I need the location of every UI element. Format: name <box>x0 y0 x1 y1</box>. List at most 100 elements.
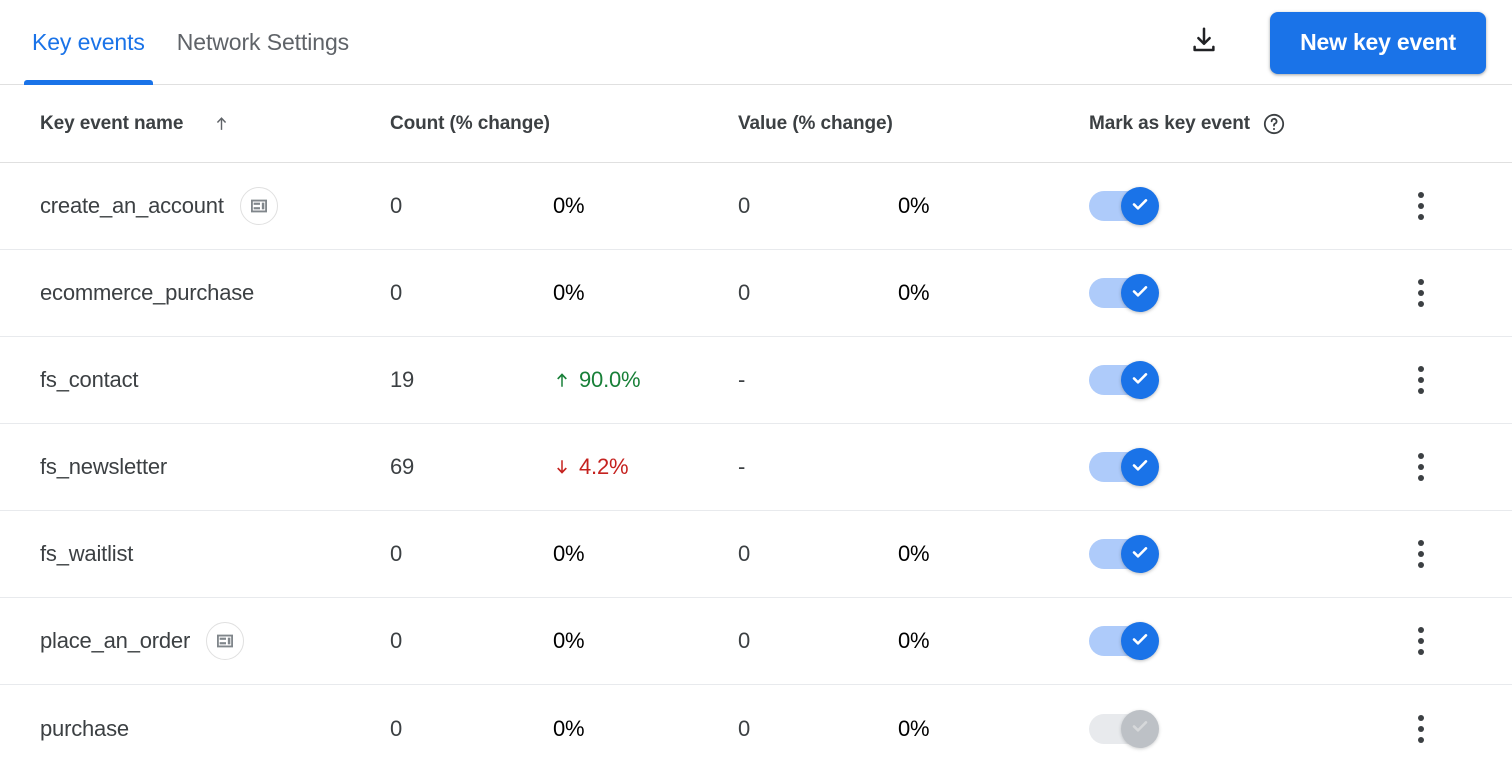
value-change-label: 0% <box>898 541 930 566</box>
cell-mark-as-key-event <box>1089 361 1159 399</box>
count-change-arrow-down-icon <box>553 456 571 478</box>
more-vert-icon[interactable] <box>1410 532 1432 576</box>
cell-mark-as-key-event <box>1089 535 1159 573</box>
table-row[interactable]: ecommerce_purchase 0 0% 0 0% <box>0 250 1512 337</box>
more-vert-icon[interactable] <box>1410 184 1432 228</box>
more-vert-icon[interactable] <box>1410 707 1432 751</box>
count-change-label: 0% <box>553 280 585 305</box>
more-vert-icon[interactable] <box>1410 619 1432 663</box>
table-row[interactable]: create_an_account 0 0% 0 0% <box>0 163 1512 250</box>
key-event-name-label: fs_waitlist <box>40 541 134 566</box>
cell-value: - <box>738 454 746 479</box>
check-icon <box>1129 193 1151 220</box>
cell-value: 0 <box>738 715 751 741</box>
cell-mark-as-key-event <box>1089 274 1159 312</box>
more-vert-icon[interactable] <box>1410 271 1432 315</box>
value-change-label: 0% <box>898 628 930 653</box>
mark-as-key-event-toggle[interactable] <box>1089 709 1159 748</box>
cell-value-change: 0% <box>898 193 930 219</box>
table-row[interactable]: fs_contact 19 90.0% - <box>0 337 1512 424</box>
cell-value: - <box>738 367 746 392</box>
key-event-name-label: place_an_order <box>40 628 191 653</box>
tab-key-events[interactable]: Key events <box>16 0 161 85</box>
page-toolbar: Key events Network Settings New key even… <box>0 0 1512 85</box>
count-change-arrow-up-icon <box>553 369 571 391</box>
table-row[interactable]: purchase 0 0% 0 0% <box>0 685 1512 770</box>
ad-unit-icon <box>239 187 278 225</box>
table-row[interactable]: place_an_order 0 0% 0 0% <box>0 598 1512 685</box>
tab-network-settings[interactable]: Network Settings <box>161 0 365 85</box>
toggle-thumb <box>1121 622 1159 660</box>
cell-key-event-name: purchase <box>40 716 129 742</box>
cell-count: 69 <box>390 454 415 479</box>
cell-key-event-name: ecommerce_purchase <box>40 280 254 306</box>
key-events-table: Key event name Count (% change) Value (%… <box>0 85 1512 770</box>
toggle-thumb <box>1121 709 1159 748</box>
cell-count-change: 0% <box>553 193 585 219</box>
toggle-thumb <box>1121 274 1159 312</box>
ad-unit-icon <box>206 622 245 660</box>
table-row[interactable]: fs_waitlist 0 0% 0 0% <box>0 511 1512 598</box>
mark-as-key-event-toggle[interactable] <box>1089 361 1159 399</box>
cell-key-event-name: place_an_order <box>40 622 245 660</box>
toggle-thumb <box>1121 535 1159 573</box>
check-icon <box>1129 541 1151 568</box>
mark-as-key-event-toggle[interactable] <box>1089 448 1159 486</box>
count-change-label: 4.2% <box>579 454 629 479</box>
tab-key-events-label: Key events <box>32 29 145 55</box>
count-change-label: 0% <box>553 193 585 218</box>
key-events-page: Key events Network Settings New key even… <box>0 0 1512 770</box>
check-icon <box>1129 280 1151 307</box>
more-vert-icon[interactable] <box>1410 445 1432 489</box>
table-row[interactable]: fs_newsletter 69 4.2% - <box>0 424 1512 511</box>
key-event-name-label: purchase <box>40 715 129 741</box>
toggle-thumb <box>1121 361 1159 399</box>
value-change-label: 0% <box>898 193 930 218</box>
column-header-count[interactable]: Count (% change) <box>390 113 550 135</box>
check-icon <box>1129 715 1151 742</box>
more-vert-icon[interactable] <box>1410 358 1432 402</box>
cell-key-event-name: fs_waitlist <box>40 541 133 567</box>
cell-count-change: 0% <box>553 628 585 654</box>
table-body: create_an_account 0 0% 0 0% ecommerce_pu… <box>0 163 1512 770</box>
mark-as-key-event-toggle[interactable] <box>1089 535 1159 573</box>
cell-row-menu <box>1410 619 1432 663</box>
cell-value: 0 <box>738 280 751 305</box>
table-header-row: Key event name Count (% change) Value (%… <box>0 85 1512 163</box>
cell-key-event-name: fs_contact <box>40 367 138 393</box>
mark-as-key-event-toggle[interactable] <box>1089 274 1159 312</box>
column-header-value[interactable]: Value (% change) <box>738 113 893 135</box>
column-header-key-event-name[interactable]: Key event name <box>40 113 230 135</box>
cell-value: 0 <box>738 193 751 218</box>
toolbar-actions: New key event <box>1184 0 1486 85</box>
count-change-label: 90.0% <box>579 367 641 392</box>
value-change-label: 0% <box>898 280 930 305</box>
cell-count: 19 <box>390 367 415 392</box>
cell-count-change: 0% <box>553 541 585 567</box>
toggle-thumb <box>1121 448 1159 486</box>
key-event-name-label: ecommerce_purchase <box>40 280 255 305</box>
cell-key-event-name: fs_newsletter <box>40 454 167 480</box>
toggle-thumb <box>1121 187 1159 225</box>
check-icon <box>1129 454 1151 481</box>
help-circle-icon[interactable] <box>1262 112 1286 136</box>
mark-as-key-event-toggle[interactable] <box>1089 622 1159 660</box>
download-button[interactable] <box>1184 23 1224 63</box>
check-icon <box>1129 628 1151 655</box>
new-key-event-button[interactable]: New key event <box>1270 11 1486 74</box>
cell-key-event-name: create_an_account <box>40 187 278 225</box>
check-icon <box>1129 367 1151 394</box>
count-change-label: 0% <box>553 628 585 653</box>
value-change-label: 0% <box>898 715 930 741</box>
cell-count: 0 <box>390 628 403 653</box>
mark-as-key-event-toggle[interactable] <box>1089 187 1159 225</box>
cell-value: 0 <box>738 541 751 566</box>
cell-count: 0 <box>390 280 403 305</box>
download-icon <box>1189 25 1219 60</box>
key-event-name-label: fs_contact <box>40 367 139 392</box>
cell-count-change: 0% <box>553 280 585 306</box>
column-header-mark-label: Mark as key event <box>1089 112 1250 134</box>
cell-value: 0 <box>738 628 751 653</box>
cell-count-change: 4.2% <box>553 454 629 480</box>
sort-arrow-up-icon[interactable] <box>213 113 230 134</box>
